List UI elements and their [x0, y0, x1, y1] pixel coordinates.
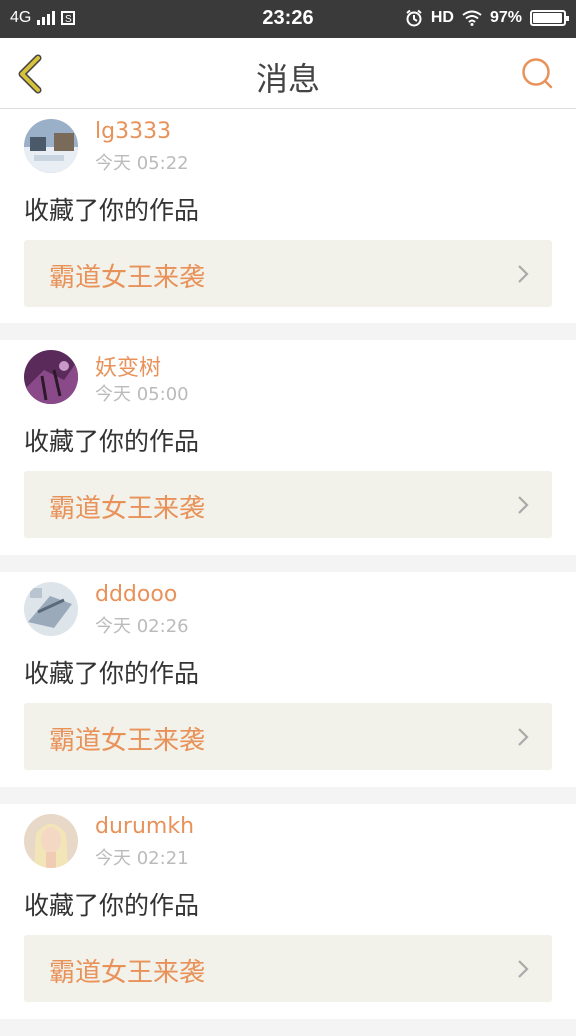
battery-fill — [533, 13, 562, 23]
work-link[interactable]: 霸道女王来袭 — [24, 240, 552, 307]
work-title: 霸道女王来袭 — [49, 494, 206, 524]
message-card: durumkh 今天 02:21 收藏了你的作品 霸道女王来袭 — [0, 804, 576, 1019]
message-card: dddooo 今天 02:26 收藏了你的作品 霸道女王来袭 — [0, 572, 576, 787]
action-text: 收藏了你的作品 — [24, 659, 200, 688]
search-icon[interactable] — [520, 56, 554, 90]
message-time: 今天 02:21 — [95, 848, 189, 869]
status-right: HD 97% — [405, 9, 569, 27]
message-card: 妖变树 今天 05:00 收藏了你的作品 霸道女王来袭 — [0, 340, 576, 555]
username[interactable]: dddooo — [95, 582, 177, 607]
action-text: 收藏了你的作品 — [24, 427, 200, 456]
avatar[interactable] — [24, 582, 78, 636]
avatar[interactable] — [24, 814, 78, 868]
message-card: lg3333 今天 05:22 收藏了你的作品 霸道女王来袭 — [0, 109, 576, 323]
hd-label: HD — [430, 9, 454, 26]
page-title: 消息 — [255, 60, 320, 98]
action-text: 收藏了你的作品 — [24, 196, 200, 225]
username[interactable]: durumkh — [95, 814, 194, 839]
work-title: 霸道女王来袭 — [49, 958, 206, 988]
battery-icon — [530, 10, 569, 26]
chevron-right-icon — [518, 265, 529, 283]
app-header: 消息 — [0, 38, 576, 109]
battery-percent: 97% — [489, 9, 522, 26]
work-link[interactable]: 霸道女王来袭 — [24, 935, 552, 1002]
work-title: 霸道女王来袭 — [49, 726, 206, 756]
wifi-icon — [462, 10, 482, 26]
work-link[interactable]: 霸道女王来袭 — [24, 703, 552, 770]
message-time: 今天 05:22 — [95, 153, 189, 174]
chevron-right-icon — [518, 728, 529, 746]
alarm-icon — [406, 9, 422, 27]
status-bar: 4G S 23:26 HD 97% — [0, 0, 576, 38]
message-time: 今天 02:26 — [95, 616, 189, 637]
work-title: 霸道女王来袭 — [49, 263, 206, 293]
message-time: 今天 05:00 — [95, 384, 189, 405]
avatar[interactable] — [24, 350, 78, 404]
avatar[interactable] — [24, 119, 78, 173]
username[interactable]: lg3333 — [95, 119, 171, 144]
action-text: 收藏了你的作品 — [24, 891, 200, 920]
chevron-right-icon — [518, 496, 529, 514]
work-link[interactable]: 霸道女王来袭 — [24, 471, 552, 538]
chevron-right-icon — [518, 960, 529, 978]
username[interactable]: 妖变树 — [95, 350, 161, 382]
message-list: lg3333 今天 05:22 收藏了你的作品 霸道女王来袭 妖变树 今天 05… — [0, 109, 576, 1036]
